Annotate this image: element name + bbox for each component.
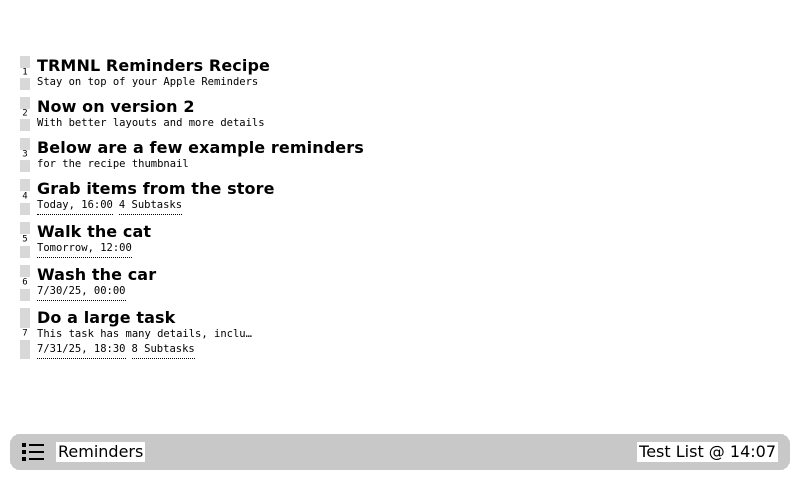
reminder-content: Grab items from the store Today, 16:00 4 S… — [37, 179, 780, 215]
due-date-tag: 7/30/25, 00:00 — [37, 285, 126, 301]
reminder-index-column: 5 — [20, 222, 30, 258]
reminder-content: Now on version 2 With better layouts and … — [37, 97, 780, 131]
reminder-index-column: 6 — [20, 265, 30, 301]
reminder-index-column: 4 — [20, 179, 30, 215]
reminder-item: 3 Below are a few example reminders for th… — [20, 138, 780, 172]
reminder-title: Grab items from the store — [37, 179, 275, 198]
subtask-count-tag: 8 Subtasks — [131, 343, 195, 359]
reminder-title: Below are a few example reminders — [37, 138, 364, 157]
reminder-note: This task has many details, inclu… — [37, 328, 252, 340]
reminder-index: 5 — [20, 234, 30, 246]
reminder-item: 1 TRMNL Reminders Recipe Stay on top of yo… — [20, 56, 780, 90]
title-bar: Reminders Test List @ 14:07 — [10, 434, 790, 470]
app-name: Reminders — [56, 442, 146, 462]
due-date-tag: 7/31/25, 18:30 — [37, 343, 126, 359]
reminder-list: 1 TRMNL Reminders Recipe Stay on top of yo… — [20, 56, 780, 366]
reminder-index-column: 1 — [20, 56, 30, 90]
reminder-index: 1 — [20, 67, 30, 79]
reminder-item: 6 Wash the car 7/30/25, 00:00 — [20, 265, 780, 301]
reminder-index: 3 — [20, 149, 30, 161]
reminder-content: Below are a few example reminders for the… — [37, 138, 780, 172]
reminder-index-column: 7 — [20, 308, 30, 359]
reminder-title: Walk the cat — [37, 222, 152, 241]
screen: 1 TRMNL Reminders Recipe Stay on top of yo… — [0, 0, 800, 480]
reminder-title: Wash the car — [37, 265, 157, 284]
list-name-and-time: Test List @ 14:07 — [637, 442, 778, 462]
subtask-count-tag: 4 Subtasks — [118, 199, 183, 215]
reminder-note: With better layouts and more details — [37, 117, 265, 129]
reminder-item: 2 Now on version 2 With better layouts and… — [20, 97, 780, 131]
reminder-item: 7 Do a large task This task has many detai… — [20, 308, 780, 359]
reminder-content: Walk the cat Tomorrow, 12:00 — [37, 222, 780, 258]
reminder-title: TRMNL Reminders Recipe — [37, 56, 270, 75]
reminder-index: 7 — [20, 328, 30, 339]
list-icon — [22, 442, 44, 462]
reminder-content: Wash the car 7/30/25, 00:00 — [37, 265, 780, 301]
reminder-content: Do a large task This task has many detail… — [37, 308, 780, 359]
reminder-meta: Tomorrow, 12:00 — [37, 242, 780, 258]
reminder-index: 2 — [20, 108, 30, 120]
reminder-item: 5 Walk the cat Tomorrow, 12:00 — [20, 222, 780, 258]
reminder-title: Now on version 2 — [37, 97, 195, 116]
reminder-meta: Today, 16:00 4 Subtasks — [37, 199, 780, 215]
reminder-index: 4 — [20, 191, 30, 203]
reminder-meta: 7/30/25, 00:00 — [37, 285, 780, 301]
due-date-tag: Tomorrow, 12:00 — [37, 242, 132, 258]
due-date-tag: Today, 16:00 — [37, 199, 113, 215]
reminder-meta: 7/31/25, 18:30 8 Subtasks — [37, 343, 780, 359]
title-bar-left: Reminders — [22, 442, 146, 462]
reminder-index-column: 2 — [20, 97, 30, 131]
reminder-item: 4 Grab items from the store Today, 16:00 4 … — [20, 179, 780, 215]
reminder-index-column: 3 — [20, 138, 30, 172]
reminder-title: Do a large task — [37, 308, 176, 327]
reminder-note: for the recipe thumbnail — [37, 158, 189, 170]
reminder-index: 6 — [20, 277, 30, 289]
reminder-note: Stay on top of your Apple Reminders — [37, 76, 259, 88]
reminder-content: TRMNL Reminders Recipe Stay on top of you… — [37, 56, 780, 90]
